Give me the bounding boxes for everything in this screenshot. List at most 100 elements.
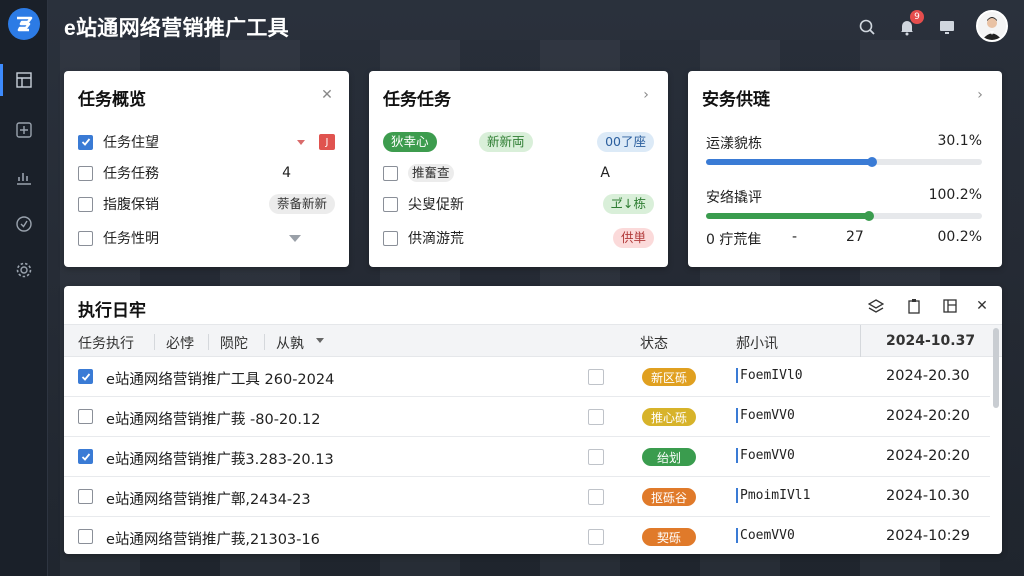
dashboard-icon	[16, 72, 32, 88]
progress-value: 100.2%	[928, 187, 982, 203]
sidebar-item-settings[interactable]	[0, 250, 48, 290]
column-header[interactable]: 从孰	[276, 333, 304, 353]
tag-badge: J	[319, 134, 335, 150]
checkbox[interactable]	[383, 230, 398, 246]
table-row[interactable]: e站通网络营销推广莪,21303-16 契砾 CoemVV0 2024-10:2…	[64, 517, 990, 554]
list-item-label: 尖叟促新	[408, 197, 464, 213]
checkbox[interactable]	[78, 230, 93, 246]
row-flag-checkbox[interactable]	[588, 369, 604, 385]
progress-knob[interactable]	[866, 157, 877, 167]
summary-percent: 00.2%	[937, 229, 982, 245]
chart-icon	[17, 173, 31, 185]
sidebar-item-add[interactable]	[0, 110, 48, 150]
checkbox[interactable]	[78, 165, 93, 181]
checkbox[interactable]	[78, 196, 93, 212]
status-pill: 供単	[612, 228, 654, 248]
top-header: e站通网络营销推广工具 9	[48, 0, 1024, 56]
app-title: e站通网络营销推广工具	[64, 17, 289, 40]
row-code: FoemIVl0	[736, 368, 803, 383]
column-header[interactable]: 陨陀	[220, 333, 248, 353]
row-flag-checkbox[interactable]	[588, 409, 604, 425]
list-item-label: 指腹保销	[103, 197, 159, 213]
column-header[interactable]: 郝小讯	[736, 333, 778, 353]
row-flag-checkbox[interactable]	[588, 449, 604, 465]
row-checkbox[interactable]	[78, 449, 93, 464]
sidebar-item-dashboard[interactable]	[0, 60, 48, 100]
summary-count: 27	[846, 229, 864, 245]
checkbox[interactable]	[383, 165, 398, 181]
table-row[interactable]: e站通网络营销推广莪 -80-20.12 推心砾 FoemVV0 2024-20…	[64, 397, 990, 437]
task-overview-card: 任务概览 ✕ 任务住望 J 任务任務 4 指腹保销 萘备新新 任务性明	[64, 71, 349, 267]
execution-log-card: 执行日牢 ✕ 任务执行 必悖 陨陀 从孰 状态 郝小讯 2024-10.37 e…	[64, 286, 1002, 554]
close-icon[interactable]: ✕	[319, 87, 335, 103]
sidebar-item-check[interactable]	[0, 204, 48, 244]
row-checkbox[interactable]	[78, 529, 93, 544]
status-pill: ヹ↓栋	[602, 194, 654, 214]
list-item-label: 任务住望	[103, 135, 159, 151]
list-item[interactable]: 推奮查 A	[383, 161, 654, 185]
progress-knob[interactable]	[863, 211, 874, 221]
progress-label: 运漾貌栋	[706, 136, 762, 152]
column-header[interactable]: 2024-10.37	[886, 333, 975, 349]
gear-icon	[16, 262, 32, 278]
checkbox[interactable]	[383, 196, 398, 212]
list-item[interactable]: 供滴游荒 供単	[383, 226, 654, 250]
row-flag-checkbox[interactable]	[588, 489, 604, 505]
card-title: 执行日牢	[78, 301, 146, 321]
monitor-icon[interactable]	[936, 16, 958, 38]
list-item-label: 供滴游荒	[408, 231, 464, 247]
progress-track	[706, 211, 982, 221]
column-header[interactable]: 必悖	[166, 333, 194, 353]
list-item[interactable]: 狄幸心 新新両 00了座	[383, 130, 654, 154]
app-logo-icon[interactable]	[8, 8, 40, 40]
list-item[interactable]: 指腹保销 萘备新新	[78, 192, 335, 216]
layers-icon[interactable]	[868, 298, 884, 314]
card-title: 任务任务	[383, 90, 451, 110]
list-item-value: A	[600, 165, 610, 181]
list-item[interactable]: 任务任務 4	[78, 161, 335, 185]
status-badge: 绐划	[642, 448, 696, 466]
table-header: 任务执行 必悖 陨陀 从孰 状态 郝小讯 2024-10.37	[64, 324, 1002, 357]
card-title: 安务供琏	[702, 90, 770, 110]
list-item[interactable]: 任务性明	[78, 226, 335, 250]
table-row[interactable]: e站通网络营销推广鄣,2434-23 抠砾谷 PmoimIVl1 2024-10…	[64, 477, 990, 517]
row-code: PmoimIVl1	[736, 488, 810, 503]
chevron-down-icon[interactable]	[297, 139, 305, 145]
row-code: FoemVV0	[736, 408, 795, 423]
progress-track	[706, 157, 982, 167]
clipboard-icon[interactable]	[906, 298, 922, 314]
list-item[interactable]: 尖叟促新 ヹ↓栋	[383, 192, 654, 216]
add-square-icon	[16, 122, 32, 138]
column-header[interactable]: 任务执行	[78, 333, 134, 353]
vertical-scrollbar[interactable]	[993, 328, 999, 408]
row-checkbox[interactable]	[78, 409, 93, 424]
sort-down-icon[interactable]	[316, 338, 324, 343]
bell-icon[interactable]: 9	[896, 10, 924, 38]
row-code: CoemVV0	[736, 528, 795, 543]
status-badge: 推心砾	[642, 408, 696, 426]
table-row[interactable]: e站通网络营销推广工具 260-2024 新区砾 FoemIVl0 2024-2…	[64, 357, 990, 397]
table-row[interactable]: e站通网络营销推广莪3.283-20.13 绐划 FoemVV0 2024-20…	[64, 437, 990, 477]
row-name: e站通网络营销推广莪3.283-20.13	[106, 452, 334, 468]
columns-icon[interactable]	[942, 298, 958, 314]
row-checkbox[interactable]	[78, 369, 93, 384]
row-date: 2024-20:20	[886, 408, 970, 424]
column-header[interactable]: 状态	[640, 333, 668, 353]
close-icon[interactable]: ✕	[974, 298, 990, 314]
summary-sep: -	[792, 229, 798, 245]
list-item[interactable]: 任务住望 J	[78, 130, 335, 154]
search-icon[interactable]	[856, 16, 878, 38]
checkbox-checked[interactable]	[78, 134, 93, 150]
progress-label: 安络撬评	[706, 190, 762, 206]
row-code: FoemVV0	[736, 448, 795, 463]
user-avatar[interactable]	[976, 10, 1008, 42]
row-flag-checkbox[interactable]	[588, 529, 604, 545]
row-checkbox[interactable]	[78, 489, 93, 504]
chevron-right-icon[interactable]: ›	[972, 87, 988, 103]
sidebar-item-analytics[interactable]	[0, 158, 48, 198]
chevron-right-icon[interactable]: ›	[638, 87, 654, 103]
dropdown-arrow-icon[interactable]	[289, 234, 301, 242]
card-title: 任务概览	[78, 90, 146, 110]
status-pill: 00了座	[597, 132, 654, 152]
row-date: 2024-20.30	[886, 368, 970, 384]
